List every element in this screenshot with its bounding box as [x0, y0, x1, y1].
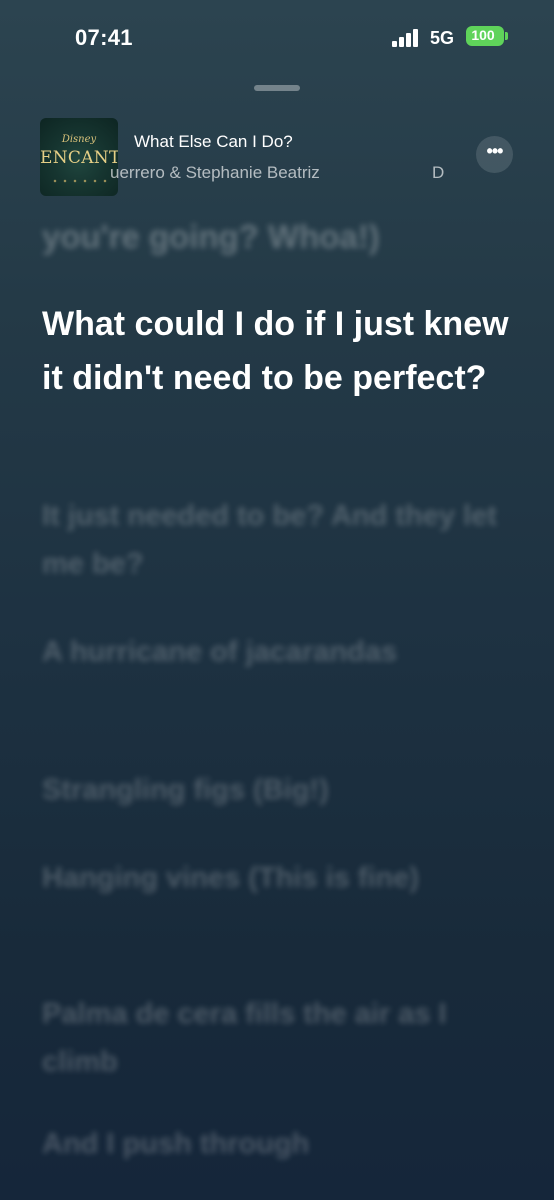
- more-options-button[interactable]: •••: [476, 136, 513, 173]
- album-artwork[interactable]: Disney ENCANTO: [40, 118, 118, 196]
- lyric-line[interactable]: And I push through: [42, 1120, 522, 1168]
- lyric-line-previous[interactable]: you're going? Whoa!): [42, 215, 522, 259]
- lyric-line[interactable]: A hurricane of jacarandas: [42, 628, 522, 676]
- network-type: 5G: [430, 28, 455, 48]
- song-artist: uerrero & Stephanie Beatriz D: [110, 163, 448, 183]
- song-artist-marquee-trail: D: [432, 163, 445, 182]
- ellipsis-icon: •••: [486, 141, 504, 161]
- lyric-line[interactable]: Hanging vines (This is fine): [42, 854, 522, 902]
- sheet-grabber[interactable]: [254, 85, 300, 91]
- lyric-line[interactable]: Palma de cera fills the air as I climb: [42, 990, 522, 1086]
- status-bar: 07:41 5G 100: [0, 0, 554, 70]
- status-time: 07:41: [75, 25, 133, 50]
- song-title: What Else Can I Do?: [134, 132, 293, 151]
- battery-charging-icon: 100: [466, 26, 508, 46]
- now-playing-header[interactable]: Disney ENCANTO What Else Can I Do? uerre…: [0, 110, 554, 200]
- album-brand: Disney: [61, 134, 97, 145]
- lyric-line[interactable]: Strangling figs (Big!): [42, 766, 522, 814]
- lyric-line[interactable]: It just needed to be? And they let me be…: [42, 492, 522, 588]
- album-decoration: [50, 176, 108, 188]
- album-title: ENCANTO: [40, 148, 118, 168]
- lyric-line-current[interactable]: What could I do if I just knew it didn't…: [42, 297, 522, 405]
- song-artist-name: uerrero & Stephanie Beatriz: [110, 163, 320, 182]
- battery-level: 100: [471, 27, 495, 43]
- cellular-signal-icon: [392, 29, 420, 47]
